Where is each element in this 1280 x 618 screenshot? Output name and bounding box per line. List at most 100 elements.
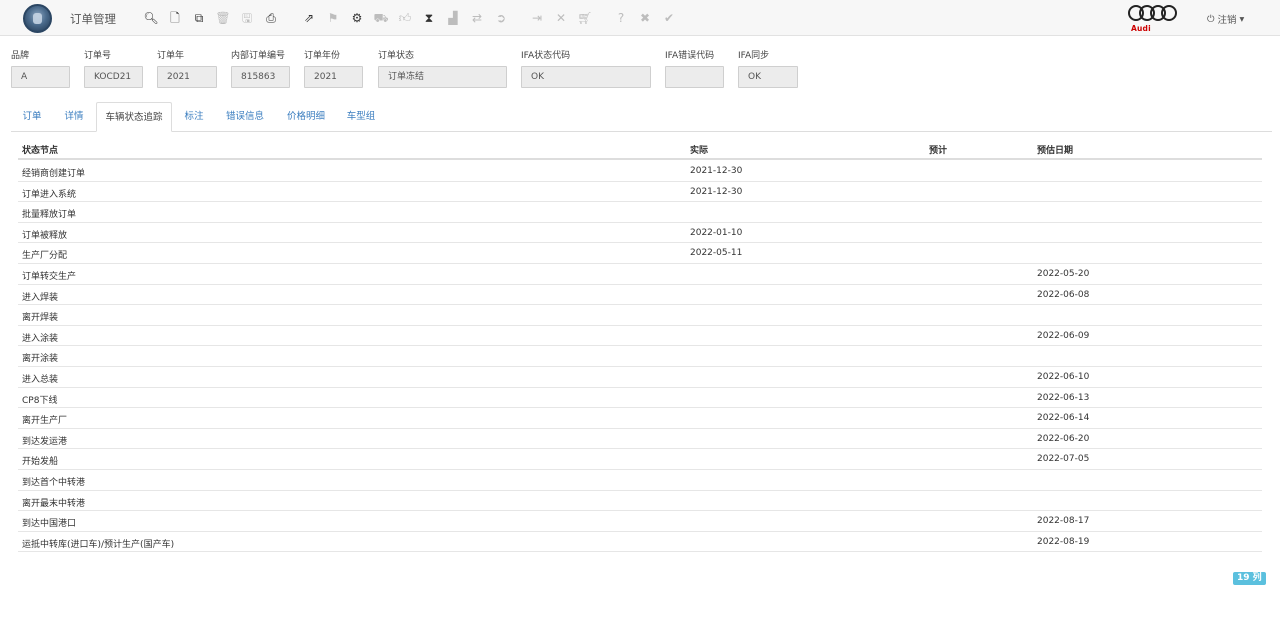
chevron-down-icon: ▾ [1239, 13, 1245, 25]
table-row[interactable]: 到达中国港口 2022-08-17 [18, 511, 1262, 532]
cell-actual: 2022-05-11 [690, 248, 743, 259]
column-header-estimated-date[interactable]: 预估日期 [1037, 143, 1073, 156]
field-label: 订单状态 [378, 51, 415, 61]
tab-vehicle-status-tracking[interactable]: 车辆状态追踪 [96, 102, 172, 132]
table-row[interactable]: 运抵中转库(进口车)/预计生产(国产车) 2022-08-19 [18, 532, 1262, 553]
hourglass-icon[interactable]: ⧗ [421, 10, 437, 27]
app-logo-icon [23, 4, 52, 33]
audi-logo: Audi [1128, 5, 1178, 33]
table-row[interactable]: 生产厂分配 2022-05-11 [18, 243, 1262, 265]
check-icon[interactable]: ✔ [661, 10, 677, 27]
cart-icon[interactable]: 🛒︎ [577, 10, 593, 27]
order-year-fiscal-input[interactable]: 2021 [304, 66, 363, 88]
table-row[interactable]: 离开涂装 [18, 346, 1262, 368]
cell-status-node: 到达中国港口 [22, 519, 77, 530]
column-header-actual[interactable]: 实际 [690, 143, 708, 156]
print-icon[interactable]: ⎙ [263, 10, 279, 27]
field-label: 订单年 [157, 51, 185, 61]
table-row[interactable]: 到达首个中转港 [18, 470, 1262, 491]
cell-status-node: 生产厂分配 [22, 251, 68, 262]
cell-estimated-date: 2022-08-17 [1037, 516, 1090, 527]
help-icon[interactable]: ? [613, 10, 629, 27]
top-toolbar: 订单管理 🔍︎ 🗋 ⧉ 🗑︎ 🖫 ⎙ ⇗ ⚑ ⚙ ⛟ 👍︎ ⧗ ▟ ⇄ ➲ ⇥ ✕ 🛒︎? ✖ ✔ Audi ⏻ 注销… [0, 0, 1280, 36]
new-document-icon[interactable]: 🗋 [167, 10, 183, 27]
tab-model-group[interactable]: 车型组 [341, 102, 381, 132]
flag-icon[interactable]: ⚑ [325, 10, 341, 27]
table-row[interactable]: CP8下线 2022-06-13 [18, 388, 1262, 409]
exchange-icon[interactable]: ⇄ [469, 10, 485, 27]
table-row[interactable]: 开始发船 2022-07-05 [18, 449, 1262, 471]
tab-order[interactable]: 订单 [15, 102, 49, 132]
brand-input[interactable]: A [11, 66, 70, 88]
field-label: 订单年份 [304, 51, 341, 61]
thumbs-up-icon[interactable]: 👍︎ [397, 10, 413, 27]
tab-details[interactable]: 详情 [57, 102, 91, 132]
audi-logo-text: Audi [1131, 24, 1151, 33]
cell-status-node: 运抵中转库(进口车)/预计生产(国产车) [22, 539, 175, 550]
close-icon[interactable]: ✕ [553, 10, 569, 27]
field-label: IFA状态代码 [521, 51, 571, 61]
field-label: 内部订单编号 [231, 51, 286, 61]
tab-annotation[interactable]: 标注 [177, 102, 211, 132]
cell-estimated-date: 2022-05-20 [1037, 269, 1090, 279]
cell-estimated-date: 2022-06-13 [1037, 392, 1090, 403]
field-label: 订单号 [84, 51, 112, 61]
cell-status-node: 离开焊装 [22, 313, 59, 324]
table-row[interactable]: 离开焊装 [18, 305, 1262, 326]
cell-estimated-date: 2022-06-20 [1037, 433, 1090, 444]
table-row[interactable]: 进入涂装 2022-06-09 [18, 326, 1262, 347]
cell-actual: 2022-01-10 [690, 227, 743, 238]
cell-status-node: 进入焊装 [22, 292, 59, 303]
table-row[interactable]: 到达发运港 2022-06-20 [18, 429, 1262, 450]
tab-price-details[interactable]: 价格明细 [282, 102, 330, 132]
cell-estimated-date: 2022-06-08 [1037, 289, 1090, 300]
table-header: 状态节点 实际 预计 预估日期 [18, 138, 1262, 160]
order-no-input[interactable]: KOCD21 [84, 66, 143, 88]
tab-error-info[interactable]: 错误信息 [221, 102, 269, 132]
cell-status-node: 进入总装 [22, 375, 59, 385]
cell-status-node: 开始发船 [22, 457, 59, 468]
cell-estimated-date: 2022-06-14 [1037, 413, 1090, 424]
table-row[interactable]: 离开最末中转港 [18, 491, 1262, 512]
table-row[interactable]: 批量释放订单 [18, 202, 1262, 223]
order-status-input[interactable]: 订单冻结 [378, 66, 507, 88]
cell-status-node: 批量释放订单 [22, 210, 77, 221]
save-icon[interactable]: 🖫 [239, 10, 255, 27]
sign-in-icon[interactable]: ⇥ [529, 10, 545, 27]
arrow-right-circle-icon[interactable]: ➲ [493, 10, 509, 27]
column-header-status-node[interactable]: 状态节点 [22, 143, 58, 156]
audi-rings-icon [1128, 5, 1178, 21]
ifa-error-code-input[interactable] [665, 66, 724, 88]
cell-status-node: 到达首个中转港 [22, 478, 86, 488]
field-label: 品牌 [11, 51, 30, 61]
cell-status-node: 订单进入系统 [22, 189, 77, 200]
cell-status-node: 订单转交生产 [22, 272, 77, 282]
order-year-input[interactable]: 2021 [157, 66, 217, 88]
field-label: IFA错误代码 [665, 51, 715, 61]
table-row[interactable]: 进入总装 2022-06-10 [18, 367, 1262, 388]
cell-actual: 2021-12-30 [690, 186, 743, 197]
column-header-planned[interactable]: 预计 [929, 143, 947, 156]
row-count-badge: 19 列 [1233, 572, 1266, 585]
chart-icon[interactable]: ▟ [445, 10, 461, 27]
copy-icon[interactable]: ⧉ [191, 10, 207, 27]
delete-icon[interactable]: 🗑︎ [215, 10, 231, 27]
logout-button[interactable]: ⏻ 注销 ▾ [1207, 12, 1245, 27]
cell-estimated-date: 2022-07-05 [1037, 454, 1090, 465]
ifa-sync-input[interactable]: OK [738, 66, 798, 88]
truck-icon[interactable]: ⛟ [373, 10, 389, 27]
share-icon[interactable]: ⇗ [301, 10, 317, 27]
search-icon[interactable]: 🔍︎ [143, 10, 159, 27]
table-row[interactable]: 进入焊装 2022-06-08 [18, 285, 1262, 306]
table-row[interactable]: 订单被释放 2022-01-10 [18, 223, 1262, 244]
cancel-icon[interactable]: ✖ [637, 10, 653, 27]
cell-status-node: 经销商创建订单 [22, 169, 86, 179]
table-row[interactable]: 订单进入系统 2021-12-30 [18, 182, 1262, 203]
app-title: 订单管理 [70, 12, 116, 26]
table-row[interactable]: 订单转交生产 2022-05-20 [18, 264, 1262, 285]
table-row[interactable]: 经销商创建订单 2021-12-30 [18, 161, 1262, 182]
settings-icon[interactable]: ⚙ [349, 10, 365, 27]
ifa-status-code-input[interactable]: OK [521, 66, 651, 88]
table-row[interactable]: 离开生产厂 2022-06-14 [18, 408, 1262, 429]
internal-order-no-input[interactable]: 815863 [231, 66, 290, 88]
